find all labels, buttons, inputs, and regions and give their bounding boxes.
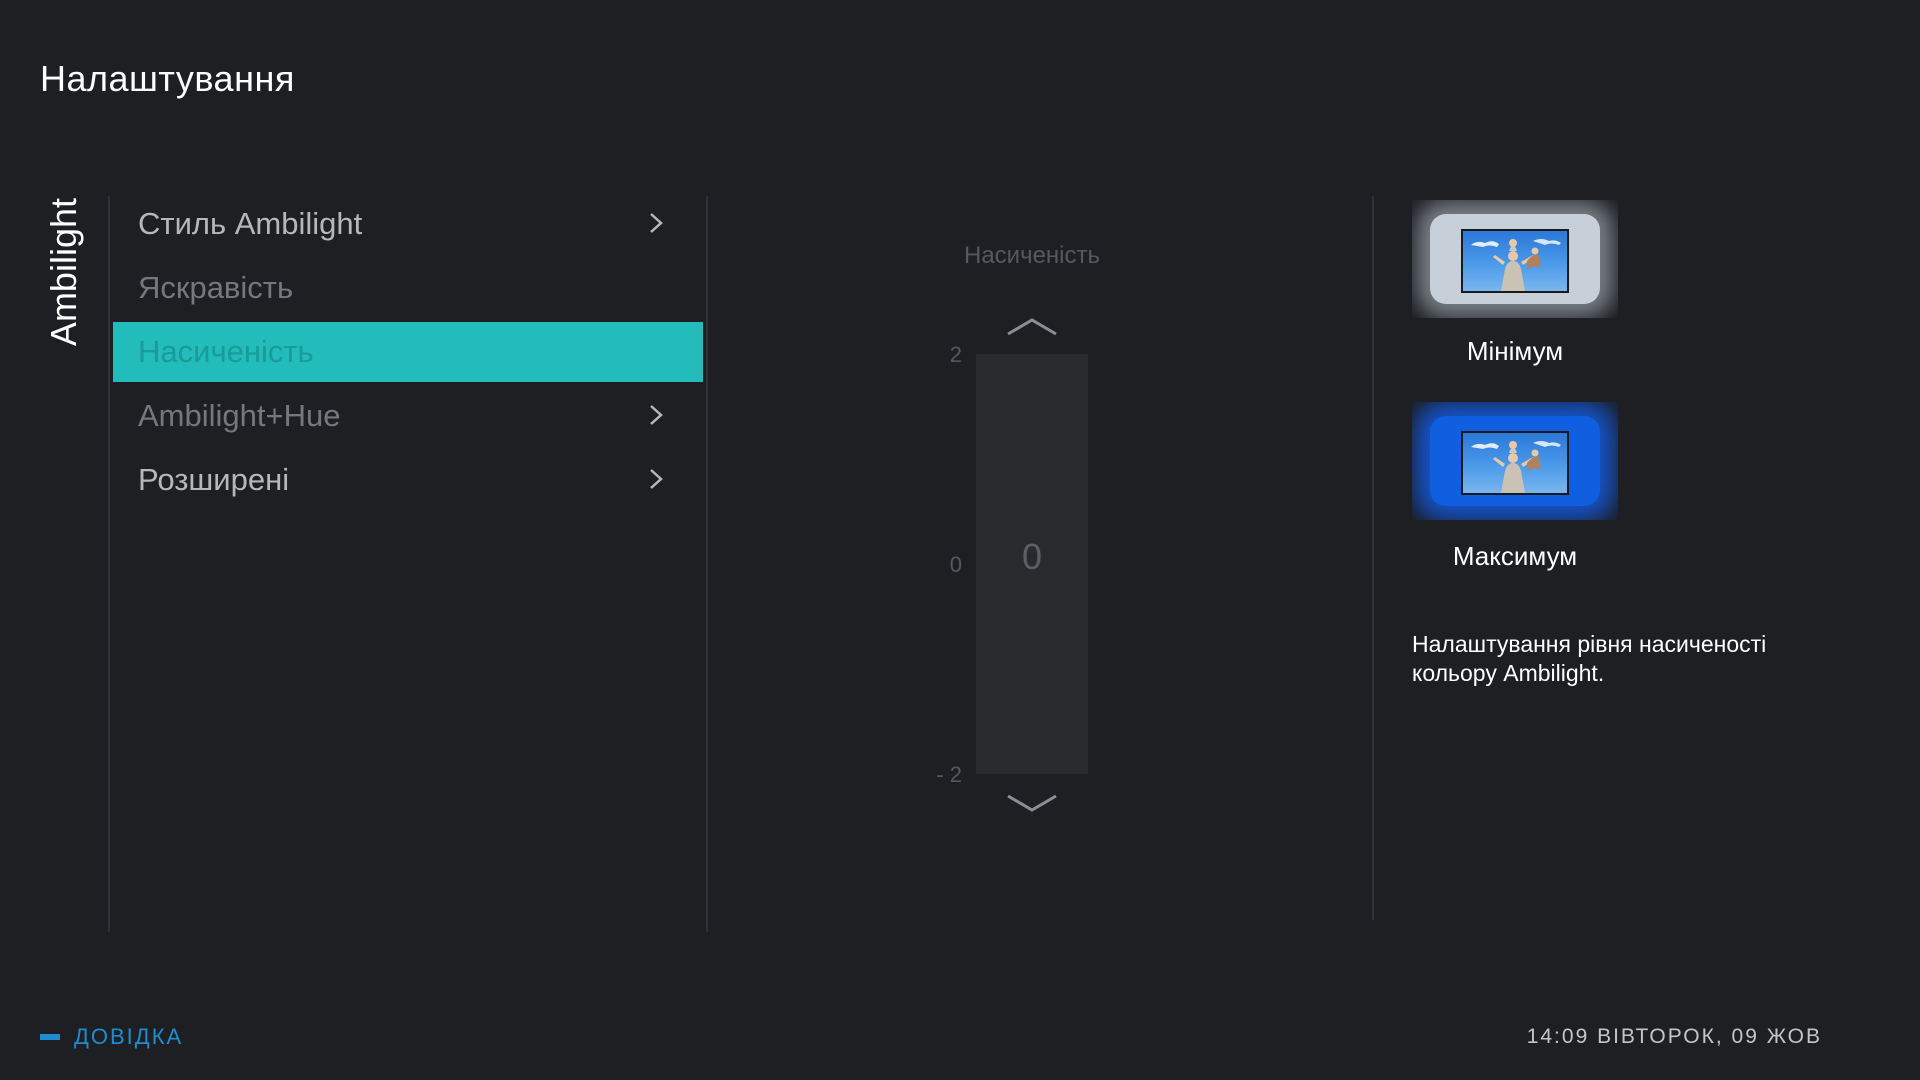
chevron-right-icon [650, 405, 663, 425]
menu-item-label: Насиченість [138, 334, 314, 369]
menu-item-label: Ambilight+Hue [138, 398, 341, 433]
side-tab-label: Ambilight [43, 198, 84, 347]
slider-current-value: 0 [1021, 536, 1043, 577]
side-tab-ambilight[interactable]: Ambilight [43, 198, 84, 358]
menu-item-saturation[interactable]: Насиченість [113, 322, 703, 382]
ambilight-menu: Стиль Ambilight Яскравість Насиченість A… [113, 194, 703, 514]
menu-item-label: Яскравість [138, 270, 294, 305]
divider-left [108, 196, 110, 932]
slider-mid-label: 0 [949, 552, 962, 577]
clock-date: 14:09 ВІВТОРОК, 09 ЖОВ [1526, 1025, 1822, 1048]
preview-minimum-image [1412, 200, 1618, 318]
slider-max-label: 2 [949, 342, 962, 367]
preview-minimum-label: Мінімум [1466, 336, 1564, 366]
page-title: Налаштування [40, 58, 295, 99]
help-button[interactable]: ДОВІДКА [40, 1024, 183, 1050]
chevron-up-icon[interactable] [1006, 316, 1058, 338]
help-description: Налаштування рівня насиченості кольору A… [1412, 631, 1767, 686]
divider-middle [706, 196, 708, 932]
minus-key-icon [40, 1034, 60, 1040]
preview-maximum-label: Максимум [1452, 541, 1578, 571]
menu-item-ambilight-style[interactable]: Стиль Ambilight [113, 194, 703, 254]
menu-item-brightness[interactable]: Яскравість [113, 258, 703, 318]
chevron-right-icon [650, 213, 663, 233]
preview-maximum-image [1412, 402, 1618, 520]
settings-screen: Налаштування Ambilight Стиль Ambilight Я… [0, 0, 1920, 1080]
menu-item-label: Розширені [138, 462, 290, 497]
tv-icon [1461, 229, 1569, 293]
slider-title: Насиченість [963, 242, 1101, 269]
divider-right [1372, 196, 1374, 920]
tv-icon [1461, 431, 1569, 495]
chevron-right-icon [650, 469, 663, 489]
help-label: ДОВІДКА [74, 1024, 184, 1049]
menu-item-ambilight-hue[interactable]: Ambilight+Hue [113, 386, 703, 446]
chevron-down-icon[interactable] [1006, 792, 1058, 814]
menu-item-advanced[interactable]: Розширені [113, 450, 703, 510]
menu-item-label: Стиль Ambilight [138, 206, 363, 241]
slider-min-label: - 2 [936, 762, 962, 787]
